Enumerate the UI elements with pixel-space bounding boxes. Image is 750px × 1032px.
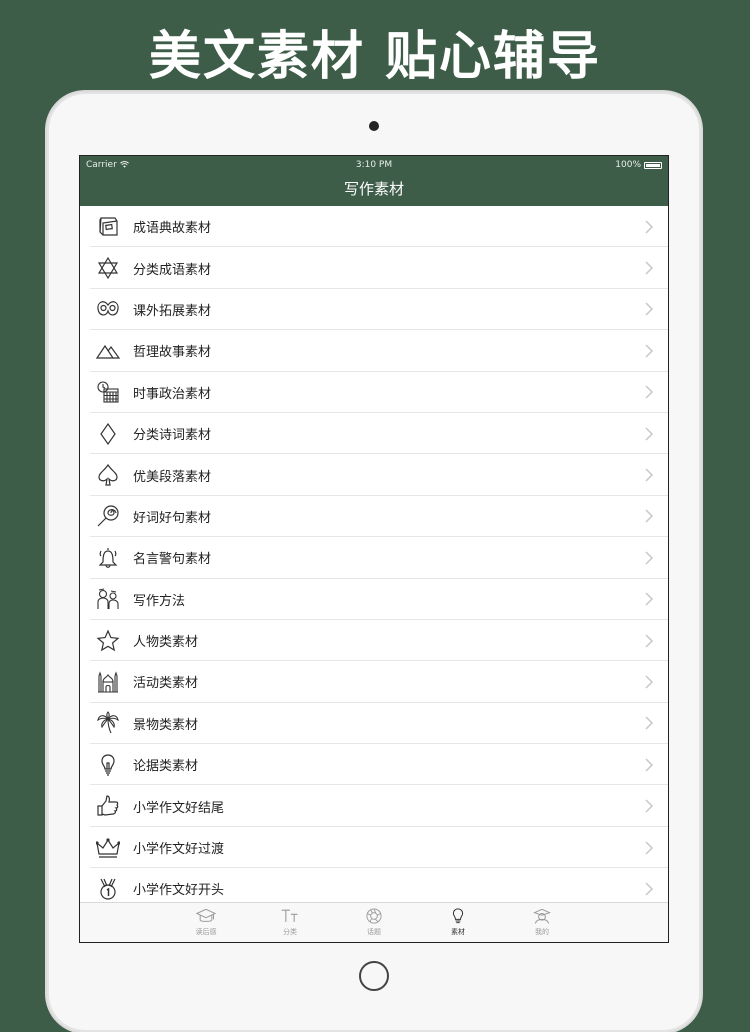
pretzel-icon [95,296,121,322]
list-item-label: 优美段落素材 [133,469,212,485]
status-time: 3:10 PM [355,160,393,170]
list-item-label: 分类诗词素材 [133,428,212,444]
chevron-right-icon [645,551,654,565]
bell-icon [95,545,121,571]
list-item-label: 哲理故事素材 [133,345,212,361]
list-item[interactable]: 写作方法 [80,579,668,621]
chevron-right-icon [645,675,654,689]
chevron-right-icon [645,882,654,896]
tab-label: 分类 [283,928,297,936]
tab-label: 素材 [451,928,465,936]
chevron-right-icon [645,841,654,855]
book-icon [95,214,121,240]
list-item[interactable]: 哲理故事素材 [80,330,668,372]
spade-icon [95,462,121,488]
chevron-right-icon [645,220,654,234]
battery-indicator: 100% [615,160,662,170]
chevron-right-icon [645,758,654,772]
tab-materials[interactable]: 素材 [416,903,500,942]
tab-bar: 读后感 分类 话题 素材 我的 [80,902,668,942]
home-button[interactable] [359,961,389,991]
chevron-right-icon [645,509,654,523]
list-item[interactable]: 成语典故素材 [80,206,668,248]
list-item[interactable]: 分类诗词素材 [80,413,668,455]
chevron-right-icon [645,634,654,648]
list-item-label: 课外拓展素材 [133,303,212,319]
battery-percent: 100% [615,160,641,170]
list-item-label: 小学作文好结尾 [133,800,225,816]
medal-icon [95,876,121,902]
chevron-right-icon [645,302,654,316]
list-item[interactable]: 景物类素材 [80,703,668,745]
calendar-clock-icon [95,379,121,405]
people-icon [95,586,121,612]
chevron-right-icon [645,385,654,399]
list-item-label: 论据类素材 [133,759,199,775]
chevron-right-icon [645,468,654,482]
list-item-label: 成语典故素材 [133,221,212,237]
list-item[interactable]: 小学作文好过渡 [80,827,668,869]
battery-icon [644,161,662,169]
lollipop-icon [95,503,121,529]
chevron-right-icon [645,427,654,441]
list-item[interactable]: 活动类素材 [80,661,668,704]
list-item[interactable]: 小学作文好开头 [80,868,668,904]
list-item-label: 写作方法 [133,593,186,609]
list-item[interactable]: 名言警句素材 [80,537,668,579]
tab-reading[interactable]: 读后感 [164,903,248,942]
list-item-label: 人物类素材 [133,635,199,651]
thumbs-up-icon [95,793,121,819]
list-item-label: 景物类素材 [133,717,199,733]
tab-label: 我的 [535,928,549,936]
mountains-icon [95,338,121,364]
list-item[interactable]: 人物类素材 [80,620,668,662]
list-item-label: 分类成语素材 [133,262,212,278]
list-item-label: 活动类素材 [133,676,199,692]
list-item[interactable]: 分类成语素材 [80,247,668,290]
material-list: 成语典故素材 分类成语素材 课外拓展素材 哲理故事素材 时事政治素材 分类诗词素… [80,206,668,904]
tab-profile[interactable]: 我的 [500,903,584,942]
tab-topics[interactable]: 话题 [332,903,416,942]
diamond-icon [95,421,121,447]
graduation-cap-icon [196,908,216,922]
list-item[interactable]: 时事政治素材 [80,372,668,414]
list-item-label: 时事政治素材 [133,386,212,402]
star-of-david-icon [95,255,121,281]
list-item-label: 小学作文好开头 [133,883,225,899]
list-item-label: 好词好句素材 [133,510,212,526]
promo-headline: 美文素材 贴心辅导 [148,27,602,87]
status-bar: Carrier 3:10 PM 100% [80,160,668,174]
list-item[interactable]: 论据类素材 [80,744,668,786]
user-icon [533,908,551,924]
list-item[interactable]: 小学作文好结尾 [80,785,668,828]
list-item-label: 小学作文好过渡 [133,842,225,858]
mosque-icon [95,669,121,695]
navigation-bar: Carrier 3:10 PM 100% 写作素材 [80,156,668,206]
tab-label: 读后感 [195,928,217,936]
list-item[interactable]: 课外拓展素材 [80,289,668,331]
page-title: 写作素材 [343,180,404,198]
text-size-icon [281,909,298,922]
chevron-right-icon [645,344,654,358]
camera-dot [369,121,379,131]
crown-icon [95,835,121,861]
list-item[interactable]: 优美段落素材 [80,454,668,497]
aperture-icon [366,908,382,924]
tab-category[interactable]: 分类 [248,903,332,942]
ipad-frame: Carrier 3:10 PM 100% 写作素材 成语典故素材 分类成语素材 … [47,92,701,1032]
palm-tree-icon [95,710,121,736]
app-screen: Carrier 3:10 PM 100% 写作素材 成语典故素材 分类成语素材 … [79,155,669,943]
star-icon [95,628,121,654]
list-item-label: 名言警句素材 [133,552,212,568]
lightbulb-icon [95,752,121,778]
tab-label: 话题 [367,928,381,936]
chevron-right-icon [645,592,654,606]
lightbulb-icon [452,908,464,924]
list-item[interactable]: 好词好句素材 [80,496,668,538]
chevron-right-icon [645,261,654,275]
chevron-right-icon [645,716,654,730]
chevron-right-icon [645,799,654,813]
